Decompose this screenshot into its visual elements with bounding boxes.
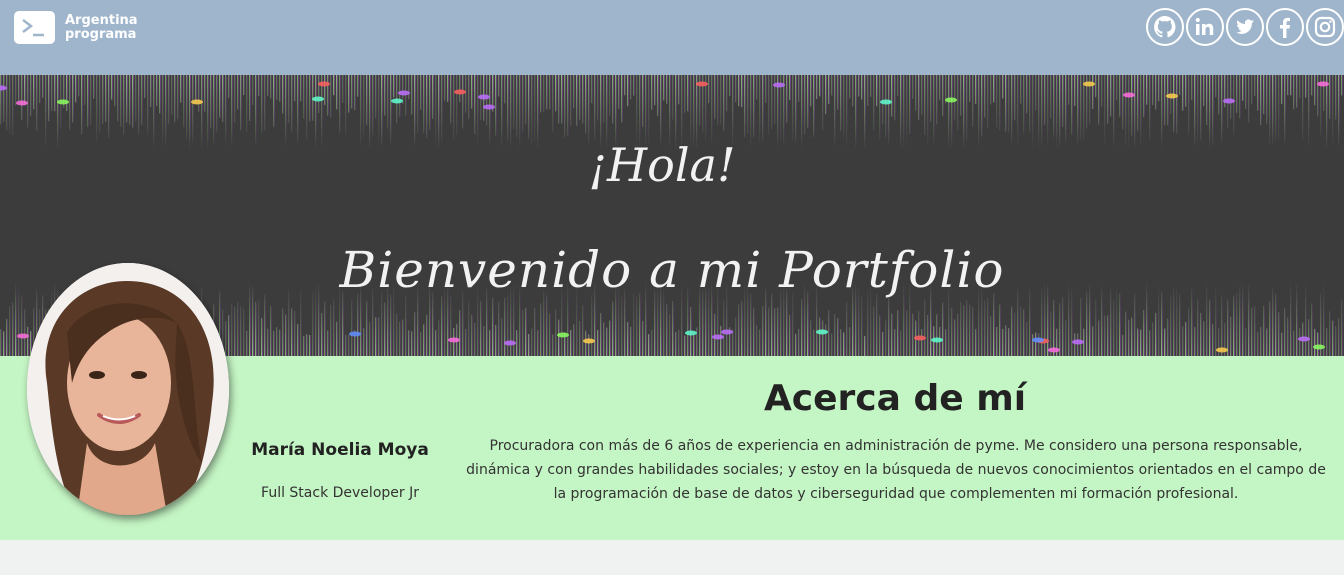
brand-logo[interactable]: Argentina programa	[14, 11, 138, 44]
facebook-link[interactable]	[1266, 8, 1304, 46]
brand-line-1: Argentina	[65, 12, 138, 28]
social-links	[1146, 8, 1344, 46]
about-title: Acerca de mí	[763, 378, 1027, 419]
instagram-icon	[1314, 16, 1336, 38]
greeting-heading: ¡Hola!	[588, 138, 736, 192]
github-icon	[1154, 16, 1176, 38]
linkedin-icon	[1195, 17, 1214, 35]
top-navbar: Argentina programa	[0, 0, 1344, 75]
brand-line-2: programa	[65, 26, 137, 42]
terminal-icon	[14, 11, 55, 44]
facebook-icon	[1280, 17, 1290, 38]
twitter-link[interactable]	[1226, 8, 1264, 46]
instagram-link[interactable]	[1306, 8, 1344, 46]
linkedin-link[interactable]	[1186, 8, 1224, 46]
profile-name: María Noelia Moya	[251, 440, 429, 460]
twitter-icon	[1236, 19, 1254, 34]
profile-role: Full Stack Developer Jr	[261, 485, 419, 501]
brand-name: Argentina programa	[65, 12, 138, 42]
profile-photo	[27, 263, 229, 515]
about-description: Procuradora con más de 6 años de experie…	[466, 438, 1326, 502]
github-link[interactable]	[1146, 8, 1184, 46]
